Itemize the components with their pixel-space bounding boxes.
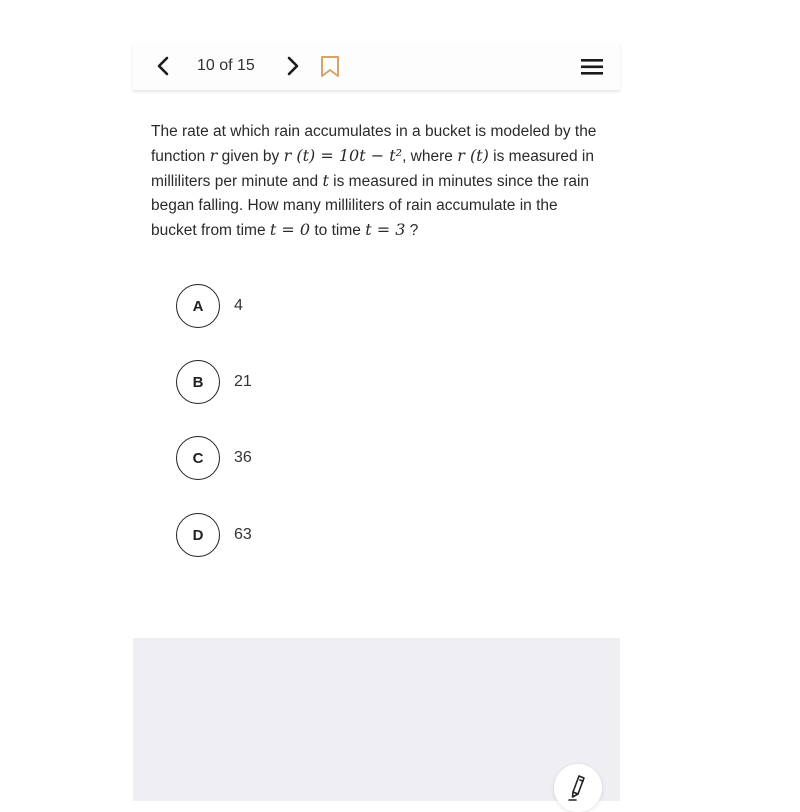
choice-text: 63 — [234, 526, 252, 543]
math-expression: r (t) = 10t − t² — [283, 146, 403, 165]
question-text: The rate at which rain accumulates in a … — [151, 120, 606, 243]
choice-text: 36 — [234, 449, 252, 466]
chevron-left-icon — [157, 56, 169, 76]
bookmark-icon — [321, 56, 339, 77]
question-text-part: to time — [310, 222, 366, 239]
question-text-part: ? — [405, 222, 419, 239]
question-screen: 10 of 15 The rate at which rain accumula… — [133, 42, 620, 812]
math-expression: t = 3 — [365, 220, 406, 239]
bottom-panel — [133, 638, 620, 801]
next-question-button[interactable] — [281, 54, 305, 78]
previous-question-button[interactable] — [151, 54, 175, 78]
choice-letter-bubble[interactable]: B — [176, 360, 220, 404]
choice-letter-bubble[interactable]: C — [176, 436, 220, 480]
question-text-part: given by — [217, 148, 284, 165]
choice-letter-bubble[interactable]: A — [176, 284, 220, 328]
math-expression: r (t) — [457, 146, 489, 165]
chevron-right-icon — [287, 56, 299, 76]
choice-letter-bubble[interactable]: D — [176, 513, 220, 557]
top-nav-bar: 10 of 15 — [133, 42, 620, 90]
choice-c[interactable]: C 36 — [176, 434, 376, 482]
hamburger-menu-icon — [581, 59, 603, 75]
choice-text: 4 — [234, 297, 243, 314]
choice-d[interactable]: D 63 — [176, 511, 376, 559]
choice-b[interactable]: B 21 — [176, 358, 376, 406]
highlighter-tool-button[interactable] — [554, 764, 602, 812]
bookmark-button[interactable] — [319, 55, 341, 79]
highlighter-pen-icon — [568, 775, 585, 801]
menu-button[interactable] — [579, 56, 605, 78]
choice-text: 21 — [234, 373, 252, 390]
math-expression: t = 0 — [269, 220, 311, 239]
question-counter: 10 of 15 — [197, 57, 255, 74]
choice-a[interactable]: A 4 — [176, 282, 376, 330]
question-text-part: , where — [402, 148, 458, 165]
